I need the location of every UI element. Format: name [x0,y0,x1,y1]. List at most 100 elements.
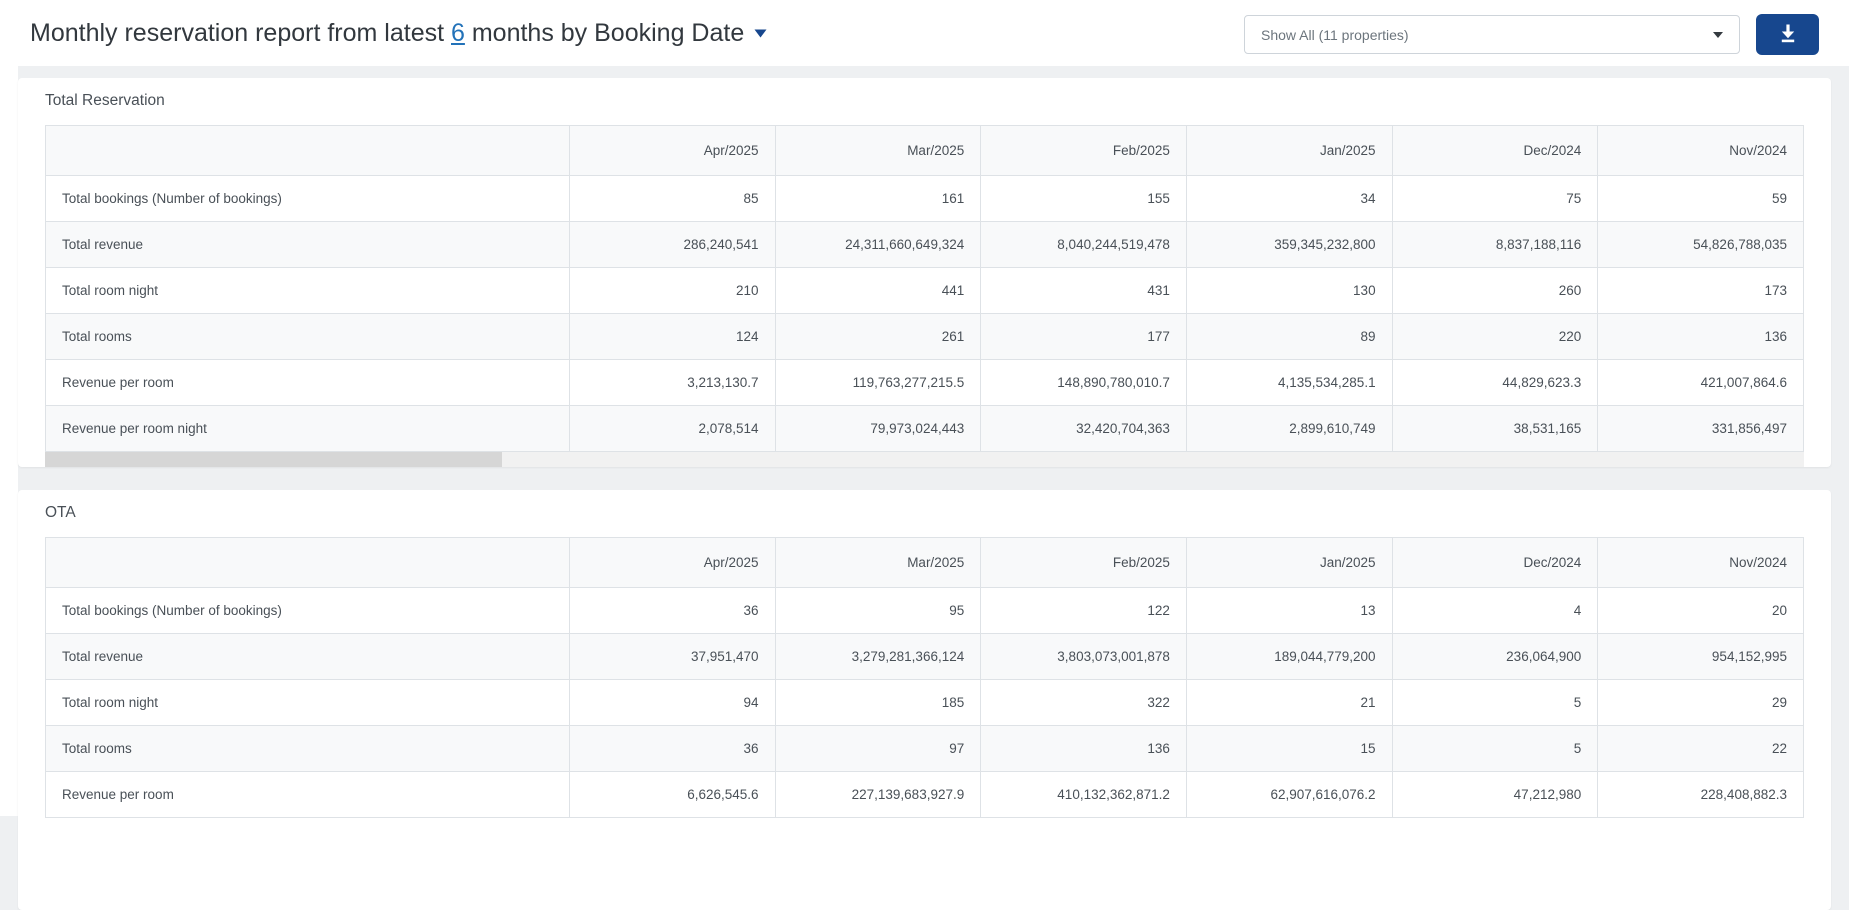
cell-value: 122 [980,587,1187,634]
cell-value: 177 [980,313,1187,360]
cell-value: 4 [1391,587,1599,634]
column-header-month: Feb/2025 [980,125,1187,176]
months-count-link[interactable]: 6 [451,19,465,48]
column-header-month: Nov/2024 [1597,537,1804,588]
cell-value: 954,152,995 [1597,633,1804,680]
page-title-prefix: Monthly reservation report from latest [30,18,451,47]
row-label: Total bookings (Number of bookings) [45,587,570,634]
cell-value: 8,040,244,519,478 [980,221,1187,268]
column-header-month: Apr/2025 [568,537,776,588]
section-title: OTA [45,504,76,521]
cell-value: 38,531,165 [1391,405,1599,452]
table-row: Total rooms 124 261 177 89 220 136 [45,313,1804,360]
cell-value: 32,420,704,363 [980,405,1187,452]
cell-value: 36 [568,587,776,634]
cell-value: 89 [1185,313,1393,360]
cell-value: 148,890,780,010.7 [980,359,1187,406]
ota-table: Apr/2025 Mar/2025 Feb/2025 Jan/2025 Dec/2024… [45,537,1804,818]
cell-value: 322 [980,679,1187,726]
column-header-month: Feb/2025 [980,537,1187,588]
cell-value: 189,044,779,200 [1185,633,1393,680]
cell-value: 75 [1391,175,1599,222]
cell-value: 20 [1597,587,1804,634]
column-header-month: Jan/2025 [1185,125,1393,176]
cell-value: 161 [774,175,982,222]
cell-value: 54,826,788,035 [1597,221,1804,268]
cell-value: 155 [980,175,1187,222]
table-row: Total bookings (Number of bookings) 85 161… [45,175,1804,222]
cell-value: 8,837,188,116 [1391,221,1599,268]
total-reservation-table: Apr/2025 Mar/2025 Feb/2025 Jan/2025 Dec/2024… [45,125,1804,452]
row-label: Revenue per room night [45,405,570,452]
cell-value: 228,408,882.3 [1597,771,1804,818]
cell-value: 37,951,470 [568,633,776,680]
cell-value: 421,007,864.6 [1597,359,1804,406]
table-row: Total room night 210 441 431 130 260 173 [45,267,1804,314]
column-header-month: Nov/2024 [1597,125,1804,176]
column-header-month: Apr/2025 [568,125,776,176]
cell-value: 173 [1597,267,1804,314]
table-row: Total rooms 36 97 136 15 5 22 [45,725,1804,772]
row-label: Total bookings (Number of bookings) [45,175,570,222]
section-ota: OTA Apr/2025 Mar/2025 Feb/2025 Jan/2025 Dec/… [18,490,1831,910]
column-header-month: Mar/2025 [774,125,982,176]
cell-value: 2,899,610,749 [1185,405,1393,452]
page-title-suffix: months by Booking Date [464,18,745,47]
cell-value: 3,213,130.7 [568,359,776,406]
row-label: Revenue per room [45,359,570,406]
table-header-row: Apr/2025 Mar/2025 Feb/2025 Jan/2025 Dec/2024… [45,537,1804,588]
cell-value: 3,803,073,001,878 [980,633,1187,680]
cell-value: 13 [1185,587,1393,634]
section-total-reservation: Total Reservation Apr/2025 Mar/2025 Feb/20… [18,78,1831,467]
cell-value: 34 [1185,175,1393,222]
cell-value: 410,132,362,871.2 [980,771,1187,818]
cell-value: 5 [1391,679,1599,726]
cell-value: 6,626,545.6 [568,771,776,818]
cell-value: 29 [1597,679,1804,726]
horizontal-scrollbar[interactable] [45,452,1804,467]
row-label: Total rooms [45,725,570,772]
property-filter-value: Show All (11 properties) [1261,26,1409,43]
report-header-bar: Monthly reservation report from latest 6… [0,0,1849,66]
table-row: Total room night 94 185 322 21 5 29 [45,679,1804,726]
cell-value: 15 [1185,725,1393,772]
cell-value: 62,907,616,076.2 [1185,771,1393,818]
cell-value: 130 [1185,267,1393,314]
cell-value: 21 [1185,679,1393,726]
cell-value: 95 [774,587,982,634]
table-row: Total revenue 37,951,470 3,279,281,366,124… [45,633,1804,680]
row-label: Total revenue [45,633,570,680]
cell-value: 124 [568,313,776,360]
row-label: Total rooms [45,313,570,360]
horizontal-scrollbar-thumb[interactable] [45,452,503,467]
table-row: Total revenue 286,240,541 24,311,660,649,3… [45,221,1804,268]
cell-value: 236,064,900 [1391,633,1599,680]
cell-value: 2,078,514 [568,405,776,452]
property-filter-select[interactable]: Show All (11 properties) [1244,15,1740,54]
left-gutter [0,0,18,816]
column-header-empty [45,537,570,588]
cell-value: 59 [1597,175,1804,222]
row-label: Revenue per room [45,771,570,818]
cell-value: 79,973,024,443 [774,405,982,452]
cell-value: 24,311,660,649,324 [774,221,982,268]
column-header-month: Dec/2024 [1391,537,1599,588]
cell-value: 331,856,497 [1597,405,1804,452]
section-title: Total Reservation [45,92,165,109]
row-label: Total revenue [45,221,570,268]
row-label: Total room night [45,267,570,314]
column-header-month: Dec/2024 [1391,125,1599,176]
chevron-down-icon[interactable] [754,29,767,38]
table-row: Revenue per room night 2,078,514 79,973,02… [45,405,1804,452]
cell-value: 260 [1391,267,1599,314]
cell-value: 4,135,534,285.1 [1185,359,1393,406]
cell-value: 47,212,980 [1391,771,1599,818]
cell-value: 136 [980,725,1187,772]
cell-value: 136 [1597,313,1804,360]
table-header-row: Apr/2025 Mar/2025 Feb/2025 Jan/2025 Dec/2024… [45,125,1804,176]
download-button[interactable] [1756,14,1819,55]
cell-value: 359,345,232,800 [1185,221,1393,268]
cell-value: 3,279,281,366,124 [774,633,982,680]
page-title: Monthly reservation report from latest 6… [30,0,767,66]
select-chevron-down-icon [1713,31,1723,38]
